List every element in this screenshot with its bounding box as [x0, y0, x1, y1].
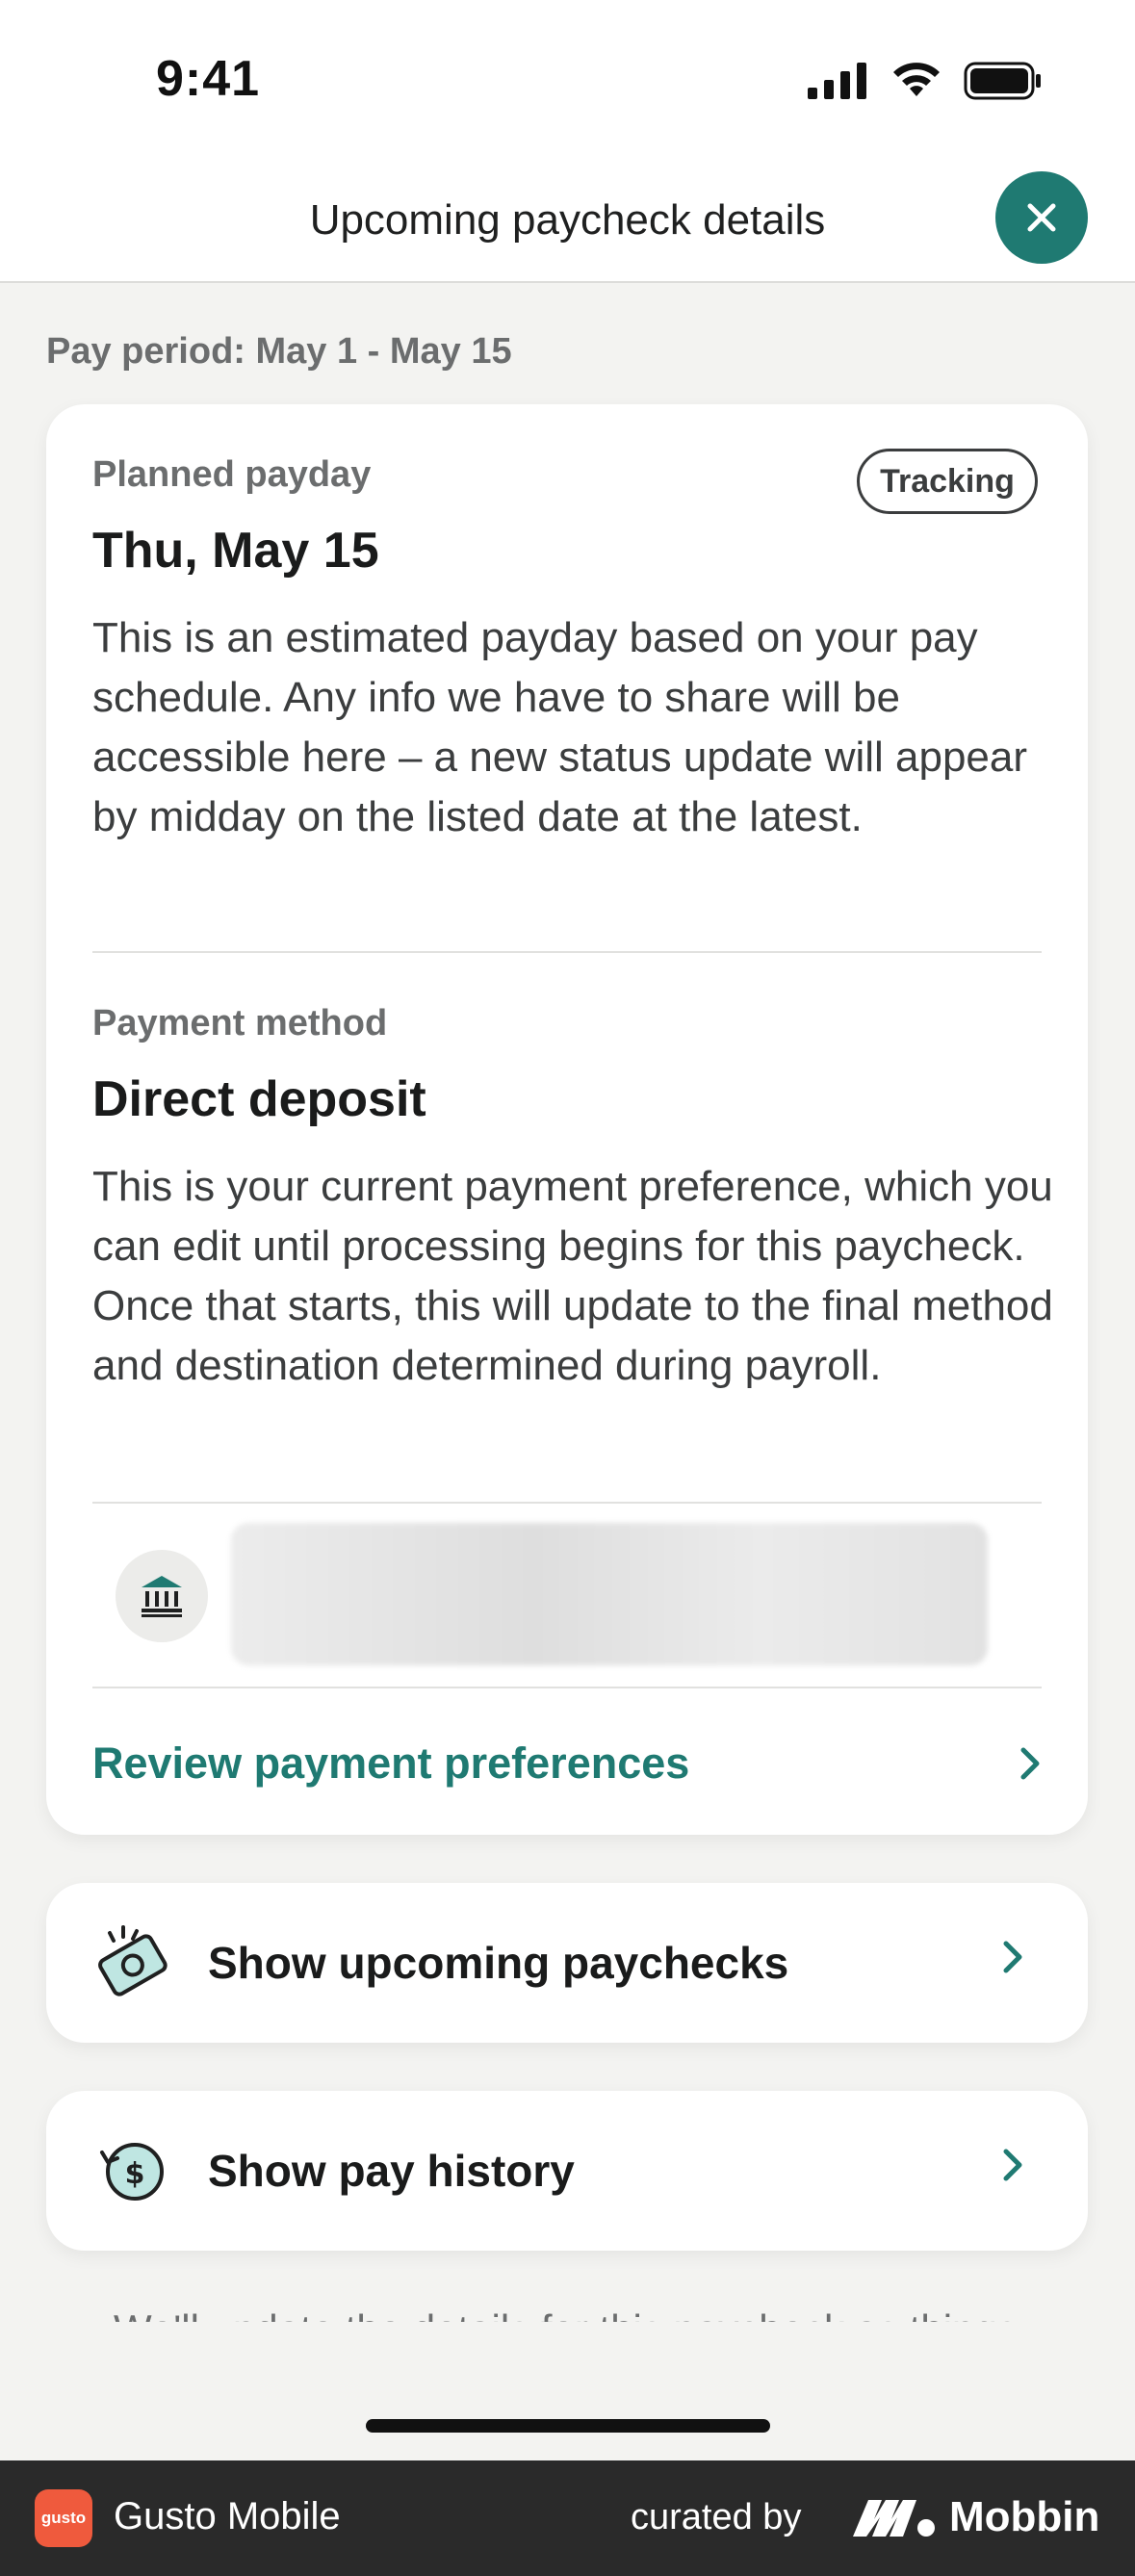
mobbin-brand: Mobbin	[949, 2493, 1100, 2540]
bank-account-redacted	[231, 1523, 988, 1665]
battery-icon	[964, 62, 1041, 100]
review-payment-preferences-link[interactable]: Review payment preferences	[92, 1725, 1042, 1802]
upcoming-paychecks-label: Show upcoming paychecks	[208, 1938, 789, 1988]
show-pay-history-button[interactable]: $ Show pay history	[46, 2091, 1088, 2251]
pay-history-label: Show pay history	[208, 2146, 575, 2196]
planned-payday-label: Planned payday	[92, 454, 372, 495]
payday-description: This is an estimated payday based on you…	[92, 614, 1028, 840]
pay-period-label: Pay period: May 1 - May 15	[46, 331, 512, 372]
paycheck-money-icon	[98, 1925, 168, 1996]
divider	[92, 951, 1042, 953]
cellular-signal-icon	[808, 63, 866, 99]
chevron-right-icon	[1020, 1747, 1040, 1780]
bank-avatar	[116, 1550, 208, 1642]
chevron-right-icon	[1003, 1941, 1022, 1973]
divider	[92, 1502, 1042, 1504]
status-bar: 9:41	[0, 0, 1135, 164]
footer-note-text: We'll update the details for this payche…	[114, 2301, 1076, 2322]
mobbin-logo: Mobbin	[851, 2493, 1099, 2541]
review-link-label: Review payment preferences	[92, 1739, 690, 1788]
home-indicator[interactable]	[366, 2419, 770, 2433]
close-icon	[1027, 203, 1056, 232]
page-title: Upcoming paycheck details	[309, 196, 826, 244]
status-icons	[808, 62, 1043, 100]
status-badge: Tracking	[857, 449, 1038, 514]
curated-by-label: curated by	[631, 2497, 802, 2537]
show-upcoming-paychecks-button[interactable]: Show upcoming paychecks	[46, 1883, 1088, 2043]
payment-method-value: Direct deposit	[92, 1071, 426, 1127]
chevron-right-icon	[1003, 2149, 1022, 2181]
svg-text:$: $	[125, 2157, 145, 2191]
app-name: Gusto Mobile	[114, 2495, 341, 2537]
bank-icon	[142, 1576, 182, 1617]
wifi-icon	[893, 63, 940, 96]
payment-method-label: Payment method	[92, 1003, 388, 1043]
close-button[interactable]	[995, 171, 1088, 264]
gusto-app-logo: gusto	[35, 2489, 92, 2547]
pay-history-icon: $	[100, 2143, 164, 2201]
status-time: 9:41	[156, 51, 261, 107]
payment-method-description: This is your current payment preference,…	[92, 1163, 1053, 1389]
payday-date: Thu, May 15	[92, 523, 379, 579]
header: Upcoming paycheck details	[0, 164, 1135, 283]
divider	[92, 1687, 1042, 1688]
mobbin-mark-icon	[853, 2500, 935, 2537]
